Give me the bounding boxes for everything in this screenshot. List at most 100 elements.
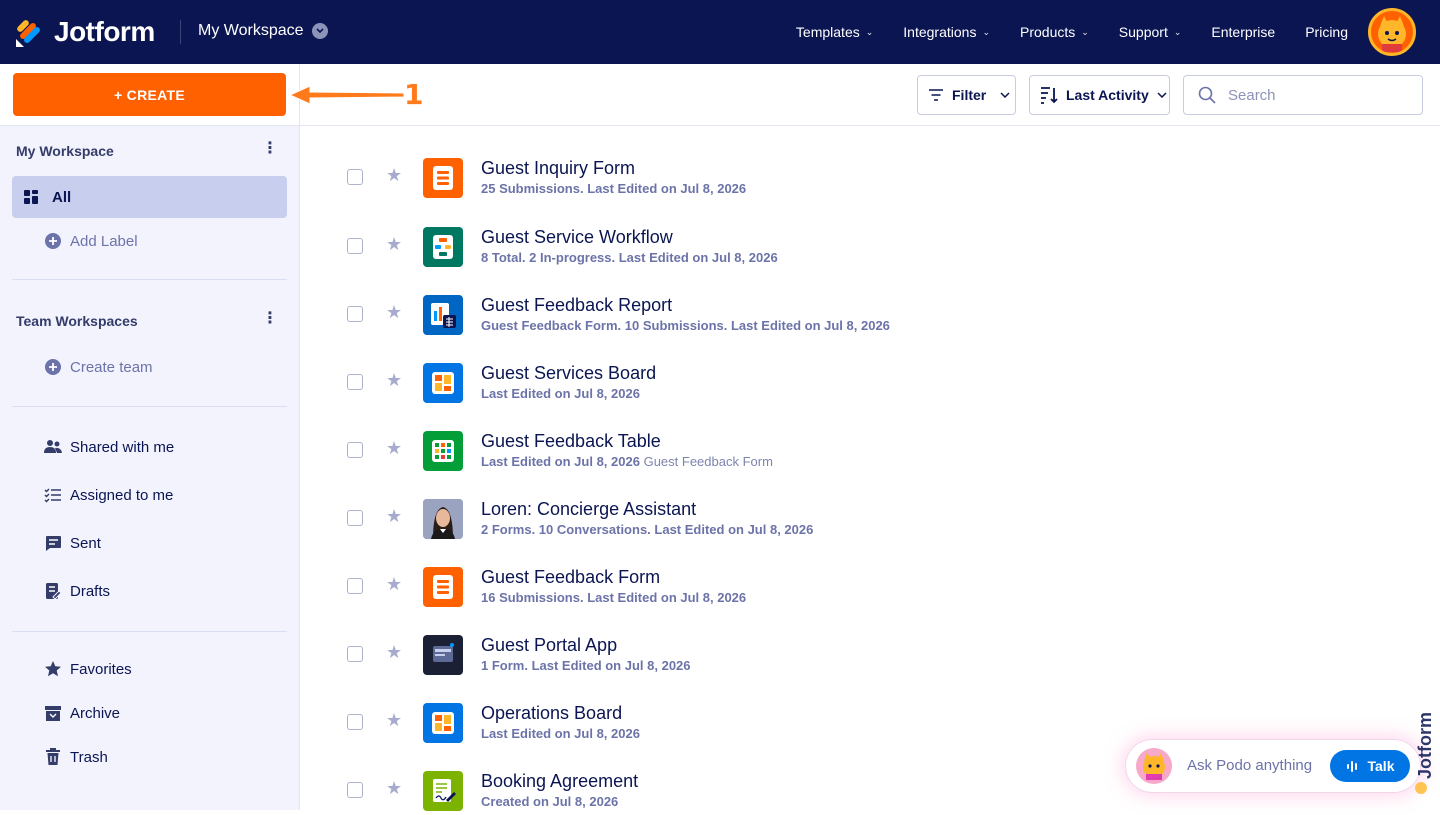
- board-icon: [423, 363, 463, 403]
- list-item[interactable]: ★ Guest Feedback Form 16 Submissions. Last…: [300, 543, 1440, 611]
- sidebar-item-archive[interactable]: Archive: [12, 692, 287, 734]
- item-title[interactable]: Guest Services Board: [481, 363, 656, 384]
- star-icon[interactable]: ★: [386, 778, 402, 799]
- star-icon[interactable]: ★: [386, 234, 402, 255]
- item-title[interactable]: Guest Service Workflow: [481, 227, 673, 248]
- sidebar-item-drafts[interactable]: Drafts: [12, 570, 287, 612]
- star-icon[interactable]: ★: [386, 574, 402, 595]
- filter-label: Filter: [952, 87, 987, 103]
- sort-button[interactable]: Last Activity: [1029, 75, 1170, 115]
- draft-icon: [44, 582, 62, 600]
- chevron-down-icon: [1000, 92, 1010, 98]
- select-checkbox[interactable]: [347, 578, 363, 594]
- filter-button[interactable]: Filter: [917, 75, 1016, 115]
- star-icon: [44, 660, 62, 678]
- star-icon[interactable]: ★: [386, 506, 402, 527]
- list-item[interactable]: ★ Guest Portal App 1 Form. Last Edited on …: [300, 611, 1440, 679]
- sort-icon: [1041, 87, 1058, 104]
- list-item[interactable]: ★ Loren: Concierge Assistant 2 Forms. 10 C…: [300, 475, 1440, 543]
- star-icon[interactable]: ★: [386, 642, 402, 663]
- sidebar-item-label: Add Label: [70, 232, 138, 250]
- search-input[interactable]: [1228, 86, 1408, 104]
- item-title[interactable]: Guest Feedback Form: [481, 567, 660, 588]
- select-checkbox[interactable]: [347, 782, 363, 798]
- sidebar-item-assigned[interactable]: Assigned to me: [12, 474, 287, 516]
- chevron-down-icon: ⌄: [865, 26, 874, 37]
- item-title[interactable]: Guest Feedback Table: [481, 431, 661, 452]
- search-icon: [1198, 86, 1216, 104]
- search-field[interactable]: [1183, 75, 1423, 115]
- item-title[interactable]: Booking Agreement: [481, 771, 638, 792]
- sidebar: My Workspace ⋮ All Add Label Team Worksp…: [0, 126, 300, 810]
- item-meta: Last Edited on Jul 8, 2026: [481, 386, 640, 401]
- chevron-down-icon: ⌄: [1081, 26, 1089, 37]
- sidebar-item-all[interactable]: All: [12, 176, 287, 218]
- annotation-number: 1: [404, 78, 424, 111]
- more-options-icon[interactable]: ⋮: [262, 311, 278, 327]
- list-item[interactable]: ★ Guest Feedback Table Last Edited on Jul …: [300, 407, 1440, 475]
- user-avatar[interactable]: [1368, 8, 1416, 56]
- star-icon[interactable]: ★: [386, 370, 402, 391]
- select-checkbox[interactable]: [347, 306, 363, 322]
- plus-circle-icon: [44, 358, 62, 376]
- create-team-button[interactable]: Create team: [12, 346, 287, 388]
- star-icon[interactable]: ★: [386, 710, 402, 731]
- ai-assistant-bar[interactable]: Ask Podo anything Talk: [1126, 740, 1420, 792]
- star-icon[interactable]: ★: [386, 438, 402, 459]
- jotform-logo[interactable]: Jotform: [16, 16, 155, 48]
- star-icon[interactable]: ★: [386, 302, 402, 323]
- select-checkbox[interactable]: [347, 374, 363, 390]
- select-checkbox[interactable]: [347, 510, 363, 526]
- item-meta: 2 Forms. 10 Conversations. Last Edited o…: [481, 522, 814, 537]
- workspace-title: My Workspace: [198, 22, 304, 39]
- sidebar-divider: [12, 406, 287, 407]
- talk-button[interactable]: Talk: [1330, 750, 1410, 782]
- sort-label: Last Activity: [1066, 87, 1149, 103]
- item-title[interactable]: Guest Portal App: [481, 635, 617, 656]
- list-item[interactable]: ★ Guest Services Board Last Edited on Jul …: [300, 339, 1440, 407]
- agent-avatar-icon: [423, 499, 463, 539]
- sidebar-item-favorites[interactable]: Favorites: [12, 648, 287, 690]
- talk-label: Talk: [1367, 758, 1395, 774]
- sidebar-item-sent[interactable]: Sent: [12, 522, 287, 564]
- nav-label: Support: [1118, 24, 1168, 40]
- item-title[interactable]: Guest Inquiry Form: [481, 158, 635, 179]
- nav-integrations[interactable]: Integrations ⌄: [903, 24, 990, 40]
- workspace-switcher[interactable]: My Workspace: [198, 22, 328, 40]
- select-checkbox[interactable]: [347, 238, 363, 254]
- nav-enterprise[interactable]: Enterprise: [1211, 24, 1275, 40]
- select-checkbox[interactable]: [347, 714, 363, 730]
- add-label-button[interactable]: Add Label: [12, 220, 287, 262]
- nav-templates[interactable]: Templates ⌄: [796, 24, 873, 40]
- list-item[interactable]: ★ Guest Feedback Report Guest Feedback For…: [300, 271, 1440, 339]
- item-meta: 1 Form. Last Edited on Jul 8, 2026: [481, 658, 691, 673]
- select-checkbox[interactable]: [347, 442, 363, 458]
- nav-support[interactable]: Support ⌄: [1119, 24, 1182, 40]
- jotform-logo-icon: [16, 20, 40, 47]
- top-navigation-bar: Jotform My Workspace Templates ⌄ Integrat…: [0, 0, 1440, 64]
- item-title[interactable]: Loren: Concierge Assistant: [481, 499, 696, 520]
- sidebar-item-label: Drafts: [70, 582, 111, 600]
- item-subtitle: 8 Total. 2 In-progress. Last Edited on J…: [481, 250, 778, 265]
- sidebar-item-trash[interactable]: Trash: [12, 736, 287, 778]
- sidebar-item-label: Trash: [70, 748, 108, 766]
- create-button[interactable]: + CREATE: [13, 73, 286, 116]
- item-title[interactable]: Guest Feedback Report: [481, 295, 672, 316]
- voice-icon: [1346, 761, 1357, 772]
- jotform-watermark-icon: Jotform: [1415, 712, 1435, 794]
- select-checkbox[interactable]: [347, 646, 363, 662]
- sign-document-icon: [423, 771, 463, 811]
- select-checkbox[interactable]: [347, 169, 363, 185]
- sidebar-item-shared[interactable]: Shared with me: [12, 426, 287, 468]
- form-icon: [423, 567, 463, 607]
- more-options-icon[interactable]: ⋮: [262, 141, 278, 157]
- list-item[interactable]: ★ Operations Board Last Edited on Jul 8, 2…: [300, 679, 1440, 747]
- sidebar-item-label: Create team: [70, 358, 153, 376]
- nav-products[interactable]: Products ⌄: [1020, 24, 1089, 40]
- nav-pricing[interactable]: Pricing: [1305, 24, 1348, 40]
- list-item[interactable]: ★ Guest Service Workflow 8 Total. 2 In-pro…: [300, 203, 1440, 271]
- star-icon[interactable]: ★: [386, 165, 402, 186]
- sidebar-item-label: Assigned to me: [70, 486, 174, 504]
- item-title[interactable]: Operations Board: [481, 703, 622, 724]
- list-item[interactable]: ★ Guest Inquiry Form 25 Submissions. Last …: [300, 134, 1440, 202]
